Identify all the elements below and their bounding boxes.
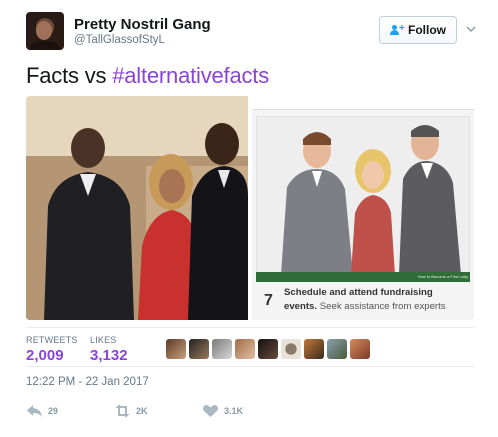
avatar-face	[36, 21, 52, 40]
step-bold-line2: events.	[284, 301, 318, 312]
heart-icon	[202, 404, 219, 417]
liker-avatar[interactable]	[212, 339, 232, 359]
likes-label: LIKES	[90, 335, 117, 345]
retweet-action[interactable]: 2K	[114, 403, 202, 419]
avatar-shoulder	[30, 41, 60, 50]
retweet-icon	[115, 404, 130, 418]
liker-avatars	[166, 339, 370, 359]
likes-stat[interactable]: LIKES 3,132	[90, 335, 128, 364]
liker-avatar[interactable]	[166, 339, 186, 359]
hashtag-link[interactable]: #alternativefacts	[112, 63, 269, 88]
likes-value: 3,132	[90, 347, 128, 364]
chevron-down-icon[interactable]	[466, 24, 476, 34]
follow-label: Follow	[408, 23, 446, 37]
photo-left-scene	[26, 96, 248, 320]
like-action[interactable]: 3.1K	[202, 403, 290, 419]
liker-avatar[interactable]	[327, 339, 347, 359]
user-handle[interactable]: @TallGlassofStyL	[74, 34, 165, 46]
photo-left[interactable]	[26, 96, 248, 320]
wikihow-illustration-art	[281, 125, 461, 275]
wikihow-card-top	[252, 96, 474, 110]
retweets-stat[interactable]: RETWEETS 2,009	[26, 335, 78, 364]
avatar[interactable]	[26, 12, 64, 50]
liker-avatar[interactable]	[350, 339, 370, 359]
display-name[interactable]: Pretty Nostril Gang	[74, 16, 211, 33]
tweet-header: Pretty Nostril Gang @TallGlassofStyL + F…	[26, 12, 486, 52]
timestamp[interactable]: 12:22 PM - 22 Jan 2017	[26, 376, 149, 388]
follow-button[interactable]: + Follow	[379, 16, 457, 44]
tweet-text-plain: Facts vs	[26, 63, 113, 88]
reply-action[interactable]: 29	[26, 403, 114, 419]
retweet-count: 2K	[136, 406, 148, 416]
liker-avatar[interactable]	[281, 339, 301, 359]
step-bold-line1: Schedule and attend fundraising	[284, 287, 433, 298]
reply-icon	[27, 405, 42, 417]
like-count: 3.1K	[224, 406, 244, 416]
step-text: Schedule and attend fundraising events. …	[284, 286, 468, 314]
divider-top	[26, 327, 474, 328]
media-grid: How to Become a First Lady 7 Schedule an…	[26, 96, 474, 320]
liker-avatar[interactable]	[235, 339, 255, 359]
photo-right[interactable]: How to Become a First Lady 7 Schedule an…	[252, 96, 474, 320]
reply-count: 29	[48, 406, 59, 416]
step-rest: Seek assistance from experts	[317, 301, 446, 312]
liker-avatar[interactable]	[189, 339, 209, 359]
wikihow-illustration	[256, 116, 470, 276]
action-bar: 29 2K 3.1K	[26, 403, 290, 419]
liker-avatar[interactable]	[258, 339, 278, 359]
liker-avatar[interactable]	[304, 339, 324, 359]
wikihow-watermark: How to Become a First Lady	[417, 274, 468, 279]
retweets-value: 2,009	[26, 347, 64, 364]
divider-bottom	[26, 366, 474, 367]
step-number: 7	[264, 292, 273, 309]
retweets-label: RETWEETS	[26, 335, 78, 345]
person-plus-icon: +	[390, 23, 405, 36]
tweet-text: Facts vs #alternativefacts	[26, 63, 269, 89]
